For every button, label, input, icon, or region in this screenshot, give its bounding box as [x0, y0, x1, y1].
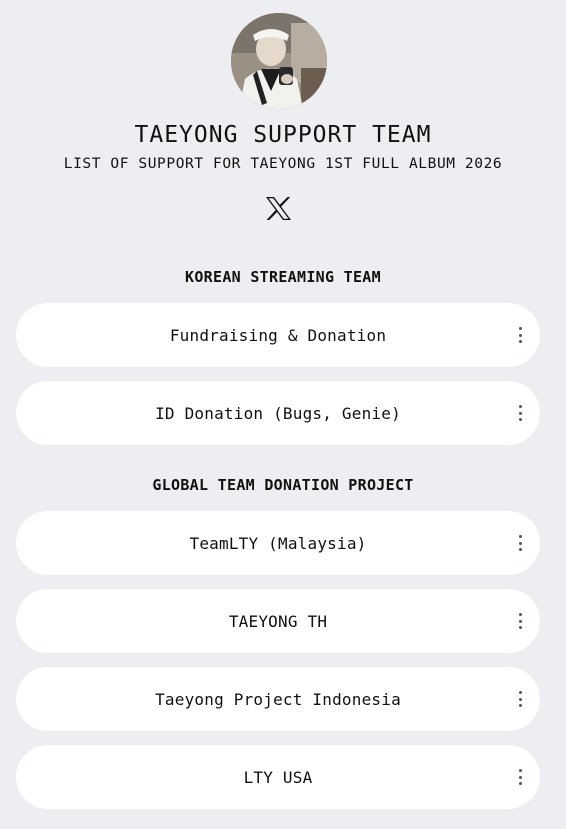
link-id-donation[interactable]: ID Donation (Bugs, Genie)	[16, 381, 540, 445]
link-taeyong-th[interactable]: TAEYONG TH	[16, 589, 540, 653]
link-label: TeamLTY (Malaysia)	[189, 533, 367, 553]
link-label: Fundraising & Donation	[169, 325, 387, 345]
more-options-icon[interactable]	[518, 327, 522, 343]
page-title: TAEYONG SUPPORT TEAM	[134, 122, 432, 148]
x-logo-icon[interactable]	[265, 196, 292, 221]
more-options-icon[interactable]	[518, 405, 522, 421]
link-teamlty-malaysia[interactable]: TeamLTY (Malaysia)	[16, 511, 540, 575]
link-lty-usa[interactable]: LTY USA	[16, 745, 540, 809]
link-page: TAEYONG SUPPORT TEAM LIST OF SUPPORT FOR…	[0, 0, 566, 829]
link-taeyong-project-indonesia[interactable]: Taeyong Project Indonesia	[16, 667, 540, 731]
link-label: LTY USA	[243, 767, 313, 787]
more-options-icon[interactable]	[518, 769, 522, 785]
link-label: Taeyong Project Indonesia	[155, 689, 401, 709]
page-subtitle: LIST OF SUPPORT FOR TAEYONG 1ST FULL ALB…	[63, 156, 503, 172]
section-heading-korean-streaming: KOREAN STREAMING TEAM	[185, 268, 381, 286]
more-options-icon[interactable]	[518, 691, 522, 707]
link-label: TAEYONG TH	[228, 611, 328, 631]
profile-photo-icon	[231, 13, 327, 109]
link-label: ID Donation (Bugs, Genie)	[155, 403, 401, 423]
profile-avatar	[231, 13, 327, 109]
more-options-icon[interactable]	[518, 535, 522, 551]
section-heading-global-team: GLOBAL TEAM DONATION PROJECT	[152, 476, 414, 494]
link-fundraising-donation[interactable]: Fundraising & Donation	[16, 303, 540, 367]
more-options-icon[interactable]	[518, 613, 522, 629]
